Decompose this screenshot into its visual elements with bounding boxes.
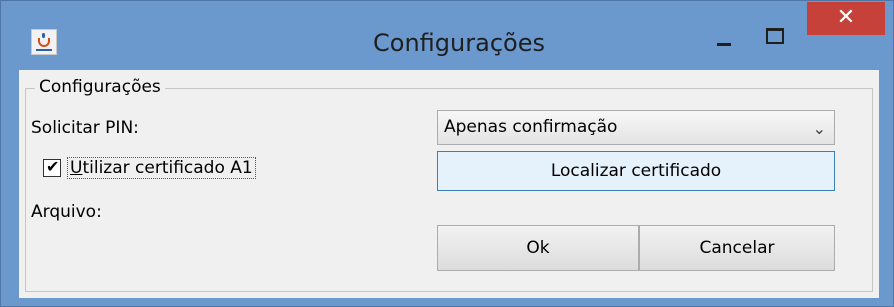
minimize-button[interactable] — [707, 23, 741, 53]
close-icon: ✕ — [836, 5, 856, 30]
group-title: Configurações — [35, 77, 165, 97]
use-a1-mnemonic: U — [70, 158, 83, 178]
pin-mode-value: Apenas confirmação — [444, 117, 618, 137]
settings-dialog: Configurações ✕ Configurações Solicitar … — [0, 0, 894, 307]
pin-mode-select[interactable]: Apenas confirmação ⌄ — [437, 110, 835, 145]
maximize-button[interactable] — [757, 23, 791, 53]
ok-button[interactable]: Ok — [437, 225, 639, 271]
minimize-icon — [717, 43, 731, 46]
locate-certificate-button[interactable]: Localizar certificado — [437, 151, 835, 191]
chevron-down-icon: ⌄ — [812, 119, 826, 138]
pin-label: Solicitar PIN: — [31, 118, 139, 138]
file-label: Arquivo: — [31, 202, 102, 222]
cancel-button[interactable]: Cancelar — [639, 225, 835, 271]
close-button[interactable]: ✕ — [807, 2, 885, 35]
maximize-icon — [766, 28, 784, 44]
title-bar[interactable]: Configurações ✕ — [1, 1, 893, 67]
dialog-content: Configurações Solicitar PIN: Apenas conf… — [19, 70, 879, 298]
use-a1-label-text: tilizar certificado A1 — [82, 158, 253, 178]
use-a1-label[interactable]: Utilizar certificado A1 — [67, 157, 256, 179]
checkmark-icon: ✔ — [46, 157, 60, 176]
use-a1-checkbox[interactable]: ✔ — [43, 157, 61, 177]
